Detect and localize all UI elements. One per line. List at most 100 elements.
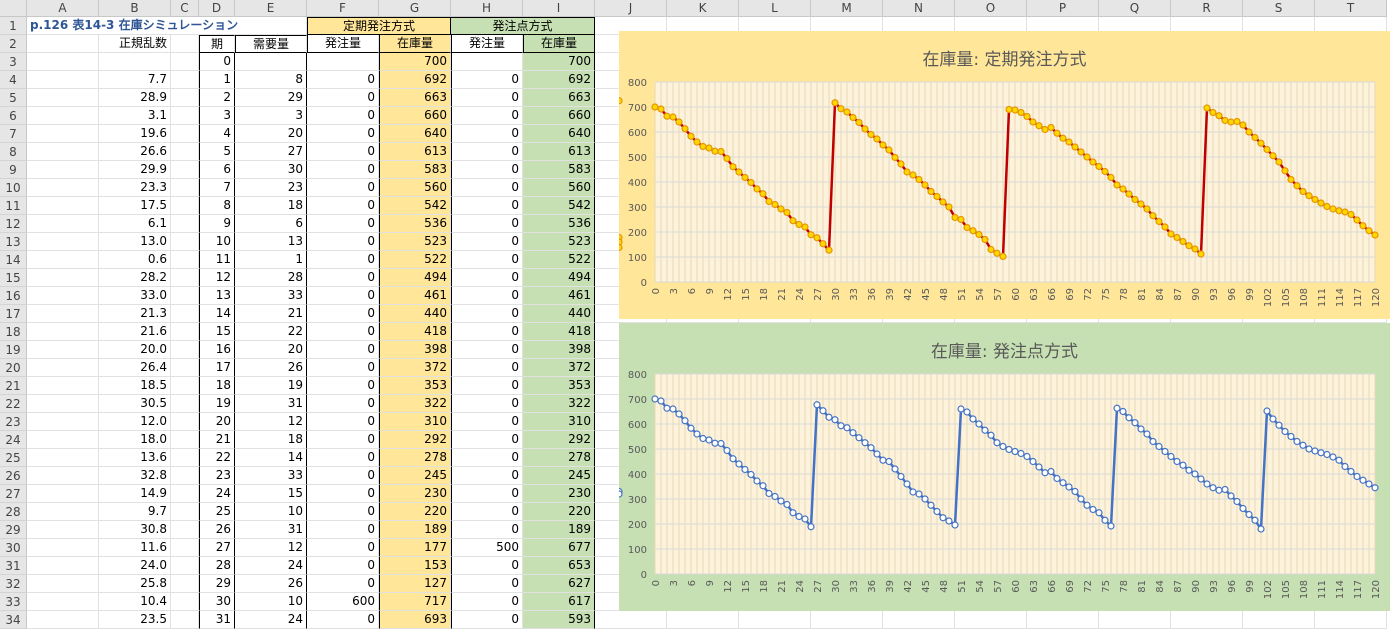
periodic-order-value[interactable]: 0 (307, 359, 379, 377)
reorder-stock-value[interactable]: 613 (523, 143, 595, 161)
reorder-order-value[interactable]: 0 (451, 143, 523, 161)
period-value[interactable]: 21 (199, 431, 235, 449)
period-value[interactable]: 0 (199, 53, 235, 71)
column-header-g[interactable]: G (379, 0, 451, 17)
row-header-21[interactable]: 21 (0, 377, 27, 395)
periodic-stock-value[interactable]: 613 (379, 143, 451, 161)
row-header-8[interactable]: 8 (0, 143, 27, 161)
column-header-r[interactable]: R (1171, 0, 1243, 17)
periodic-order-value[interactable]: 0 (307, 215, 379, 233)
demand-value[interactable]: 13 (235, 233, 307, 251)
reorder-order-value[interactable]: 0 (451, 89, 523, 107)
reorder-stock-value[interactable]: 522 (523, 251, 595, 269)
periodic-stock-value[interactable]: 353 (379, 377, 451, 395)
demand-value[interactable]: 8 (235, 71, 307, 89)
column-header-h[interactable]: H (451, 0, 523, 17)
row-header-1[interactable]: 1 (0, 17, 27, 35)
column-header-t[interactable]: T (1315, 0, 1387, 17)
column-header-q[interactable]: Q (1099, 0, 1171, 17)
periodic-order-value[interactable]: 0 (307, 341, 379, 359)
row-header-27[interactable]: 27 (0, 485, 27, 503)
demand-value[interactable]: 23 (235, 179, 307, 197)
period-value[interactable]: 20 (199, 413, 235, 431)
cell[interactable] (171, 143, 199, 161)
cell[interactable] (171, 71, 199, 89)
periodic-order-value[interactable]: 0 (307, 71, 379, 89)
column-header-b[interactable]: B (99, 0, 171, 17)
reorder-stock-value[interactable]: 461 (523, 287, 595, 305)
period-value[interactable]: 30 (199, 593, 235, 611)
reorder-stock-value[interactable]: 560 (523, 179, 595, 197)
reorder-order-value[interactable]: 0 (451, 593, 523, 611)
random-value[interactable]: 20.0 (99, 341, 171, 359)
demand-value[interactable]: 30 (235, 161, 307, 179)
periodic-stock-value[interactable]: 153 (379, 557, 451, 575)
reorder-stock-value[interactable]: 627 (523, 575, 595, 593)
reorder-order-value[interactable]: 0 (451, 485, 523, 503)
row-header-19[interactable]: 19 (0, 341, 27, 359)
cell[interactable] (27, 107, 99, 125)
random-value[interactable]: 6.1 (99, 215, 171, 233)
reorder-order-value[interactable]: 0 (451, 269, 523, 287)
random-value[interactable]: 19.6 (99, 125, 171, 143)
random-value[interactable]: 29.9 (99, 161, 171, 179)
cell[interactable] (171, 593, 199, 611)
cell[interactable] (171, 611, 199, 629)
periodic-stock-value[interactable]: 583 (379, 161, 451, 179)
cell[interactable] (171, 233, 199, 251)
cell[interactable] (171, 431, 199, 449)
periodic-stock-value[interactable]: 278 (379, 449, 451, 467)
row-header-26[interactable]: 26 (0, 467, 27, 485)
cell[interactable] (27, 341, 99, 359)
periodic-stock-value[interactable]: 418 (379, 323, 451, 341)
row-header-16[interactable]: 16 (0, 287, 27, 305)
period-value[interactable]: 15 (199, 323, 235, 341)
reorder-order-value[interactable]: 0 (451, 521, 523, 539)
column-header-p[interactable]: P (1027, 0, 1099, 17)
cell[interactable] (27, 593, 99, 611)
period-value[interactable]: 31 (199, 611, 235, 629)
random-value[interactable]: 11.6 (99, 539, 171, 557)
cell[interactable] (27, 449, 99, 467)
periodic-stock-value[interactable]: 230 (379, 485, 451, 503)
cell[interactable] (27, 413, 99, 431)
cell[interactable] (171, 377, 199, 395)
periodic-stock-value[interactable]: 494 (379, 269, 451, 287)
periodic-stock-value[interactable]: 660 (379, 107, 451, 125)
random-value[interactable]: 7.7 (99, 71, 171, 89)
column-header-f[interactable]: F (307, 0, 379, 17)
cell-a2[interactable] (27, 35, 99, 53)
random-value[interactable]: 30.5 (99, 395, 171, 413)
periodic-order-value[interactable]: 0 (307, 377, 379, 395)
random-value[interactable]: 13.6 (99, 449, 171, 467)
cell[interactable] (171, 503, 199, 521)
reorder-order-value[interactable]: 0 (451, 431, 523, 449)
periodic-order-value[interactable]: 0 (307, 539, 379, 557)
periodic-stock-value[interactable]: 177 (379, 539, 451, 557)
periodic-order-value[interactable]: 0 (307, 197, 379, 215)
cell[interactable] (1099, 611, 1171, 629)
reorder-order-value[interactable]: 0 (451, 197, 523, 215)
cell[interactable] (27, 269, 99, 287)
row-header-11[interactable]: 11 (0, 197, 27, 215)
reorder-order-value[interactable]: 0 (451, 341, 523, 359)
periodic-order-value[interactable]: 0 (307, 611, 379, 629)
cell[interactable] (171, 449, 199, 467)
periodic-stock-value[interactable]: 717 (379, 593, 451, 611)
periodic-order-value[interactable]: 0 (307, 125, 379, 143)
cell[interactable] (171, 467, 199, 485)
demand-value[interactable]: 33 (235, 287, 307, 305)
column-header-i[interactable]: I (523, 0, 595, 17)
periodic-order-value[interactable]: 0 (307, 431, 379, 449)
random-value[interactable]: 9.7 (99, 503, 171, 521)
reorder-order-value[interactable]: 0 (451, 107, 523, 125)
periodic-order-value[interactable] (307, 53, 379, 71)
random-value[interactable]: 21.3 (99, 305, 171, 323)
period-value[interactable]: 26 (199, 521, 235, 539)
reorder-stock-value[interactable]: 617 (523, 593, 595, 611)
random-value[interactable]: 13.0 (99, 233, 171, 251)
cell[interactable] (1171, 611, 1243, 629)
reorder-stock-value[interactable]: 523 (523, 233, 595, 251)
periodic-stock-value[interactable]: 440 (379, 305, 451, 323)
demand-value[interactable]: 31 (235, 395, 307, 413)
